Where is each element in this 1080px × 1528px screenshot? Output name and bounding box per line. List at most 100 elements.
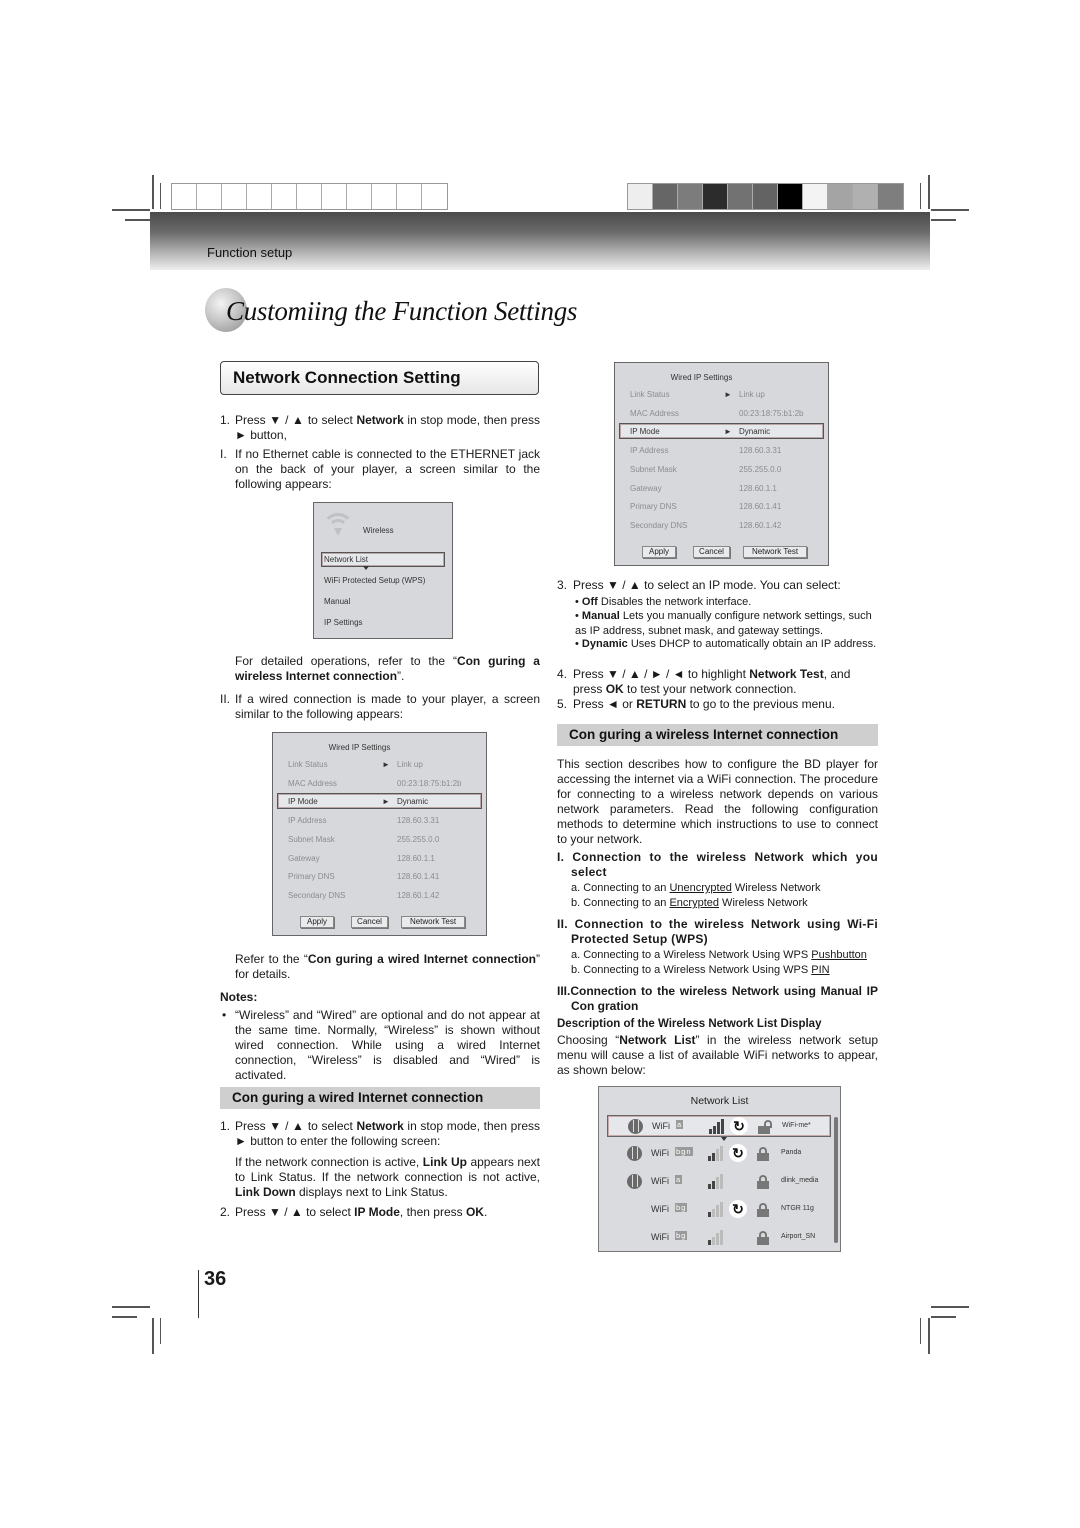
crop-mark: [112, 1306, 150, 1308]
signal-bar: [712, 1152, 715, 1161]
step-5-text: Press ◄ or RETURN to go to the previous …: [573, 697, 835, 711]
signal-bar: [716, 1149, 719, 1161]
network-test-button[interactable]: Network Test: [743, 546, 807, 558]
page-title: Customiing the Function Settings: [226, 296, 578, 326]
page-number-rule: [198, 1270, 199, 1318]
signal-bar: [717, 1122, 720, 1134]
registration-gray-swatches: [627, 183, 904, 210]
setting-value: 255.255.0.0: [397, 834, 440, 844]
gray-swatch: [803, 184, 828, 209]
signal-strength-icon: [709, 1118, 725, 1134]
gray-swatch: [628, 184, 653, 209]
crop-mark: [920, 183, 921, 209]
ssid-label: WiFi-me*: [782, 1122, 811, 1129]
setting-label[interactable]: IP Mode: [288, 797, 318, 806]
blank-swatch: [247, 184, 272, 209]
gray-swatch: [828, 184, 853, 209]
notes-text: “Wireless” and “Wired” are optional and …: [235, 1008, 540, 1082]
lock-icon: [757, 1203, 769, 1217]
network-list-screen: Network List WiFi a ↻ WiFi-me* WiFi bgn ↻ Panda…: [598, 1086, 841, 1252]
crop-mark: [931, 1306, 969, 1308]
menu-item-manual[interactable]: Manual: [324, 597, 350, 606]
setting-value: Link up: [739, 390, 765, 399]
setting-value: 128.60.1.41: [397, 872, 440, 882]
crop-mark: [112, 1316, 137, 1318]
network-list-title: Network List: [690, 1095, 749, 1107]
gray-swatch: [703, 184, 728, 209]
step-3-text: Press ▼ / ▲ to select an IP mode. You ca…: [573, 578, 841, 592]
gray-swatch: [653, 184, 678, 209]
signal-bar: [708, 1156, 711, 1161]
network-list-item[interactable]: WiFi a dlink_media: [607, 1171, 831, 1193]
ssid-label: NTGR 11g: [781, 1205, 814, 1212]
signal-bar: [720, 1229, 723, 1245]
cancel-button[interactable]: Cancel: [693, 546, 730, 558]
apply-button[interactable]: Apply: [642, 546, 676, 558]
lock-icon: [757, 1175, 769, 1189]
wifi-standard-badge: a: [675, 1175, 683, 1184]
step-number: 5.: [557, 697, 568, 711]
wired-step-1-para: If the network connection is active, Lin…: [235, 1155, 541, 1199]
unlock-icon: [758, 1120, 772, 1134]
menu-item-ip-settings[interactable]: IP Settings: [324, 618, 363, 627]
crop-mark: [931, 219, 956, 221]
blank-swatch: [422, 184, 447, 209]
blank-swatch: [222, 184, 247, 209]
page-number: 36: [204, 1268, 227, 1290]
setting-label: Link Status: [630, 390, 670, 399]
wps-icon: ↻: [730, 1117, 748, 1135]
network-list-item[interactable]: WiFi bg Airport_SN: [607, 1227, 831, 1249]
network-list-item[interactable]: WiFi a ↻ WiFi-me*: [607, 1115, 831, 1137]
wifi-standard-badge: bgn: [675, 1147, 693, 1156]
refer-wired-text: Refer to the “Con guring a wired Interne…: [235, 952, 540, 981]
signal-strength-icon: [708, 1201, 724, 1217]
method-3-title: III.Connection to the wireless Network u…: [557, 984, 878, 1013]
cancel-button[interactable]: Cancel: [351, 916, 388, 928]
setting-value: 128.60.1.1: [739, 483, 777, 493]
bullet: •: [222, 1008, 227, 1022]
signal-bar: [712, 1236, 715, 1245]
right-arrow-icon: ►: [724, 427, 732, 437]
setting-label: IP Address: [288, 816, 327, 826]
setting-label: Secondary DNS: [630, 520, 688, 530]
gray-swatch: [778, 184, 803, 209]
signal-bar: [720, 1173, 723, 1189]
crop-mark: [160, 183, 161, 209]
gray-swatch: [878, 184, 903, 209]
setting-label: IP Address: [630, 446, 669, 456]
gray-swatch: [728, 184, 753, 209]
step-number: II.: [220, 692, 231, 706]
setting-label: Subnet Mask: [630, 464, 677, 474]
method-2-title: II. Connection to the wireless Network u…: [557, 917, 878, 946]
network-list-item[interactable]: WiFi bg ↻ NTGR 11g: [607, 1199, 831, 1221]
network-list-item[interactable]: WiFi bgn ↻ Panda: [607, 1143, 831, 1165]
menu-item-wps[interactable]: WiFi Protected Setup (WPS): [324, 576, 425, 585]
crop-mark: [152, 1318, 154, 1354]
signal-strength-icon: [708, 1173, 724, 1189]
signal-strength-icon: [708, 1145, 724, 1161]
network-test-button[interactable]: Network Test: [401, 916, 465, 928]
ip-mode-option-dynamic: • Dynamic Uses DHCP to automatically obt…: [575, 638, 877, 650]
setting-value[interactable]: Dynamic: [739, 427, 770, 436]
signal-bar: [708, 1212, 711, 1217]
step-number: 1.: [220, 413, 231, 427]
wifi-label: WiFi: [651, 1176, 669, 1186]
down-arrow-icon: [363, 566, 369, 570]
setting-value: 128.60.1.1: [397, 853, 435, 863]
step-4-text: Press ▼ / ▲ / ► / ◄ to highlight Network…: [573, 667, 851, 696]
screen-title: Wired IP Settings: [328, 743, 391, 752]
setting-label[interactable]: IP Mode: [630, 427, 660, 436]
blank-swatch: [397, 184, 422, 209]
wps-icon: ↻: [729, 1200, 747, 1218]
signal-bar: [708, 1184, 711, 1189]
gray-swatch: [853, 184, 878, 209]
menu-item-network-list[interactable]: Network List: [324, 555, 368, 564]
setting-value[interactable]: Dynamic: [397, 797, 428, 806]
signal-bar: [716, 1177, 719, 1189]
signal-bar: [709, 1129, 712, 1134]
crop-mark: [112, 209, 150, 211]
right-arrow-icon: ►: [382, 797, 390, 807]
apply-button[interactable]: Apply: [300, 916, 334, 928]
crop-mark: [152, 175, 154, 209]
scrollbar[interactable]: [834, 1117, 838, 1243]
